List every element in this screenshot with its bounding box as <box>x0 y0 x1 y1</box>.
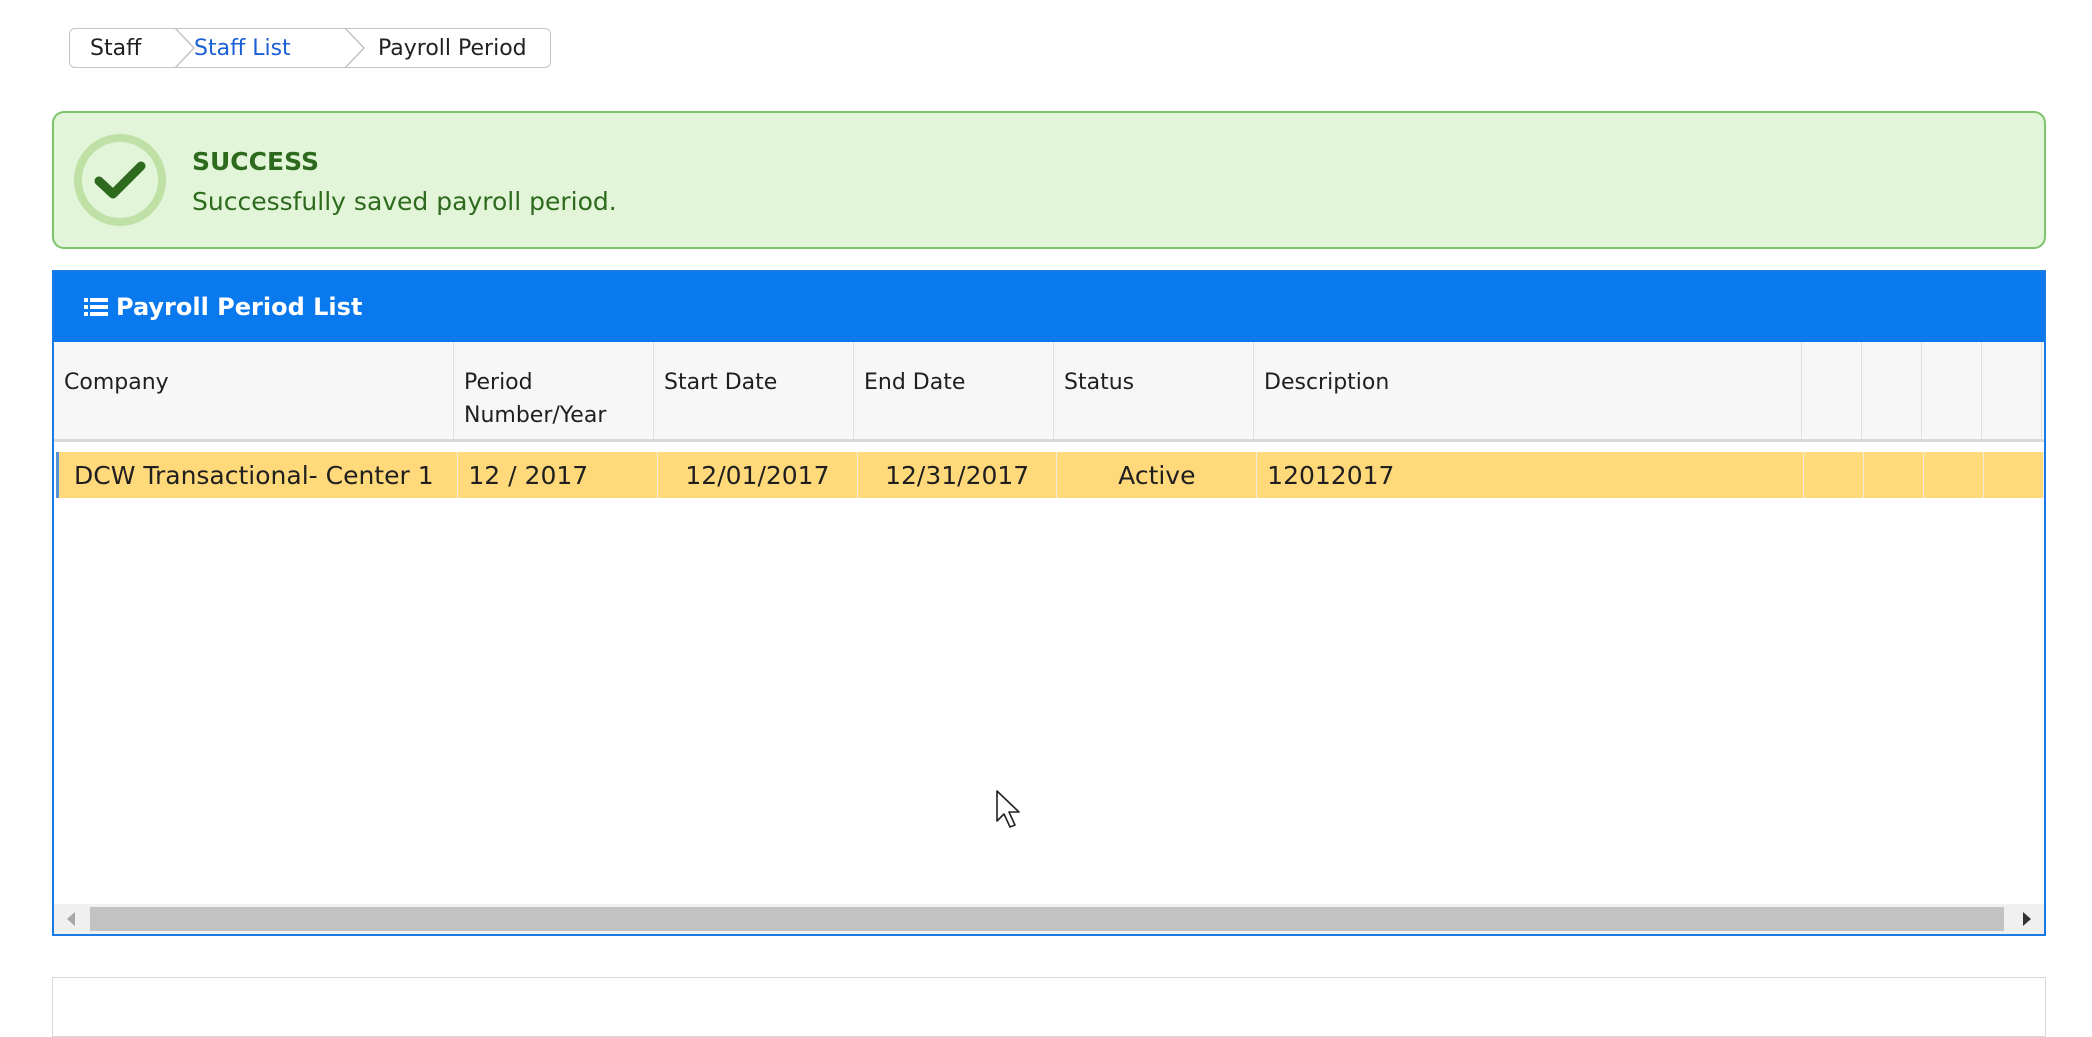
column-header-status[interactable]: Status <box>1054 342 1254 439</box>
table-header: Company Period Number/Year Start Date En… <box>54 342 2044 442</box>
breadcrumb: Staff Staff List Payroll Period <box>69 28 551 68</box>
column-header-period[interactable]: Period Number/Year <box>454 342 654 439</box>
cell-extra <box>1984 452 2044 498</box>
alert-title: SUCCESS <box>192 147 319 176</box>
check-circle-icon <box>74 134 166 226</box>
breadcrumb-staff-list-label: Staff List <box>194 35 291 61</box>
mouse-cursor-icon <box>995 789 1023 835</box>
column-header-extra <box>1982 342 2042 439</box>
panel-title: Payroll Period List <box>116 293 363 321</box>
horizontal-scrollbar[interactable] <box>54 904 2044 934</box>
panel-header: Payroll Period List <box>54 272 2044 342</box>
column-header-description[interactable]: Description <box>1254 342 1802 439</box>
alert-message: Successfully saved payroll period. <box>192 187 617 216</box>
table-row[interactable]: DCW Transactional- Center 1 12 / 2017 12… <box>56 452 2044 498</box>
cell-end-date: 12/31/2017 <box>858 452 1058 498</box>
column-header-end-date[interactable]: End Date <box>854 342 1054 439</box>
column-header-extra <box>1922 342 1982 439</box>
column-header-extra <box>1862 342 1922 439</box>
bottom-panel <box>52 977 2046 1037</box>
cell-status: Active <box>1057 452 1258 498</box>
breadcrumb-payroll-period-label: Payroll Period <box>378 35 527 61</box>
cell-extra <box>1924 452 1985 498</box>
breadcrumb-staff[interactable]: Staff <box>70 29 196 67</box>
column-header-start-date[interactable]: Start Date <box>654 342 854 439</box>
cell-company: DCW Transactional- Center 1 <box>59 452 459 498</box>
cell-period: 12 / 2017 <box>458 452 659 498</box>
scroll-left-arrow-icon[interactable] <box>54 904 88 934</box>
scroll-right-arrow-icon[interactable] <box>2010 904 2044 934</box>
cell-extra <box>1864 452 1925 498</box>
scrollbar-thumb[interactable] <box>90 907 2004 931</box>
breadcrumb-staff-label: Staff <box>90 35 142 61</box>
cell-description: 12012017 <box>1257 452 1805 498</box>
success-alert: SUCCESS Successfully saved payroll perio… <box>52 111 2046 249</box>
cell-extra <box>1804 452 1865 498</box>
cell-start-date: 12/01/2017 <box>658 452 858 498</box>
column-header-extra <box>1802 342 1862 439</box>
column-header-company[interactable]: Company <box>54 342 454 439</box>
list-icon <box>84 297 108 317</box>
payroll-period-panel: Payroll Period List Company Period Numbe… <box>52 270 2046 936</box>
